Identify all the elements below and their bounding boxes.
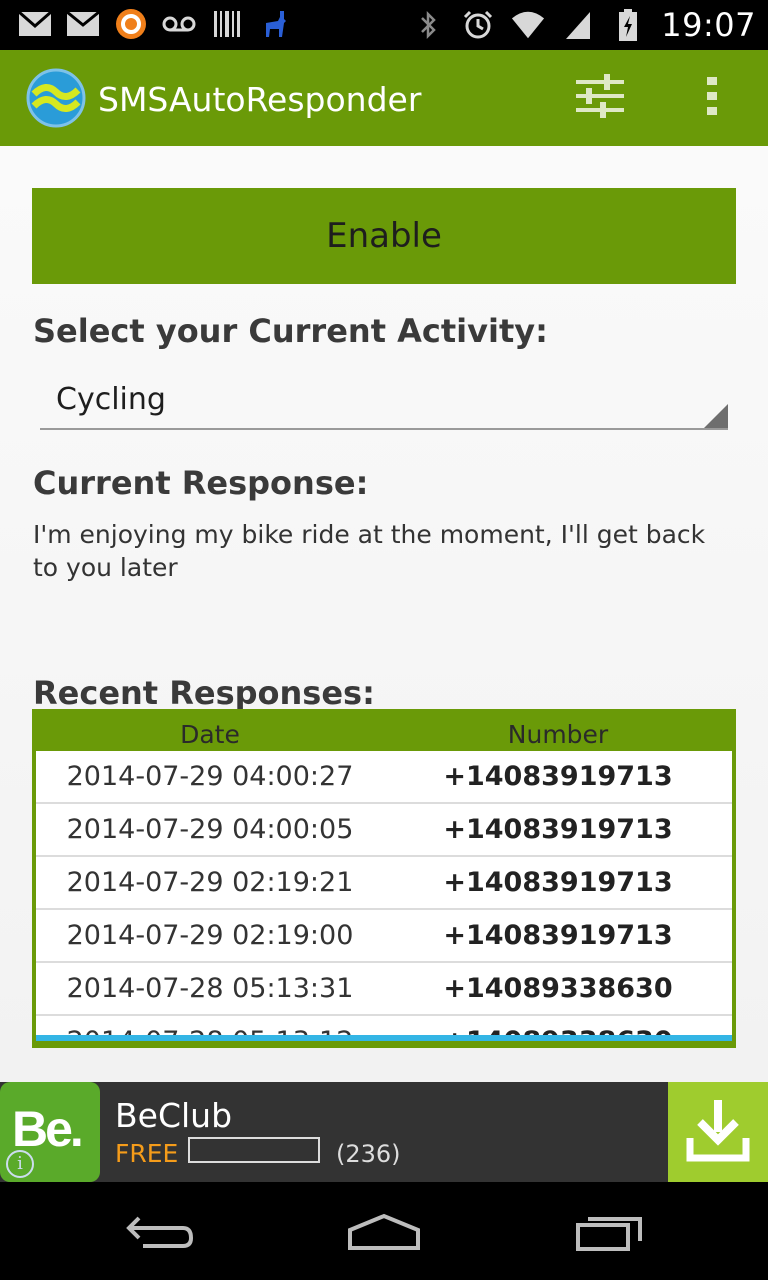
- home-icon: [346, 1212, 422, 1257]
- recent-responses-table[interactable]: Date Number 2014-07-29 04:00:27 +1408391…: [32, 709, 736, 1048]
- ad-app-name: BeClub: [115, 1096, 233, 1135]
- table-row[interactable]: 2014-07-28 05:13:31 +14089338630: [36, 963, 732, 1016]
- mail-icon: [66, 8, 100, 40]
- table-header: Date Number: [36, 713, 732, 751]
- battery-charging-icon: [611, 9, 645, 41]
- table-row[interactable]: 2014-07-29 02:19:21 +14083919713: [36, 857, 732, 910]
- row-date: 2014-07-29 04:00:27: [66, 761, 354, 792]
- system-icons: 19:07: [411, 6, 756, 44]
- gmail-icon: [18, 8, 52, 40]
- table-body[interactable]: 2014-07-29 04:00:27 +14083919713 2014-07…: [36, 751, 732, 1041]
- row-date: 2014-07-29 04:00:05: [66, 814, 354, 845]
- alarm-icon: [461, 9, 495, 41]
- row-number: +14083919713: [443, 814, 673, 845]
- row-date: 2014-07-29 02:19:21: [66, 867, 354, 898]
- notification-icons: [18, 8, 292, 40]
- action-bar: SMSAutoResponder: [0, 50, 768, 146]
- bluetooth-icon: [411, 9, 445, 41]
- table-row[interactable]: 2014-07-29 02:19:00 +14083919713: [36, 910, 732, 963]
- table-row[interactable]: 2014-07-29 04:00:05 +14083919713: [36, 804, 732, 857]
- voicemail-icon: [162, 8, 196, 40]
- ad-app-logo[interactable]: Be. i: [0, 1082, 100, 1182]
- back-icon: [125, 1214, 195, 1255]
- recent-apps-button[interactable]: [560, 1206, 660, 1262]
- ad-download-button[interactable]: [668, 1082, 768, 1182]
- navigation-bar: [0, 1182, 768, 1280]
- table-row[interactable]: 2014-07-29 04:00:27 +14083919713: [36, 751, 732, 804]
- home-button[interactable]: [334, 1206, 434, 1262]
- info-icon[interactable]: i: [6, 1150, 34, 1178]
- row-date: 2014-07-28 05:13:31: [66, 973, 354, 1004]
- activity-spinner[interactable]: Cycling: [40, 368, 728, 430]
- llama-icon: [258, 8, 292, 40]
- ad-price: FREE: [115, 1139, 179, 1168]
- row-number: +14089338630: [443, 973, 673, 1004]
- download-icon: [684, 1096, 752, 1169]
- row-number: +14083919713: [443, 761, 673, 792]
- activity-spinner-value: Cycling: [56, 382, 166, 417]
- recent-responses-heading: Recent Responses:: [33, 674, 375, 712]
- ad-banner[interactable]: Be. i BeClub FREE (236): [0, 1082, 768, 1182]
- column-header-date: Date: [180, 720, 240, 749]
- settings-sliders-icon: [574, 72, 626, 125]
- back-button[interactable]: [110, 1206, 210, 1262]
- overscroll-edge-glow: [36, 1035, 732, 1041]
- enable-button[interactable]: Enable: [32, 188, 736, 284]
- main-content: Enable Select your Current Activity: Cyc…: [0, 146, 768, 1082]
- status-bar: 19:07: [0, 0, 768, 50]
- current-response-text: I'm enjoying my bike ride at the moment,…: [33, 520, 706, 582]
- row-number: +14083919713: [443, 867, 673, 898]
- activity-heading: Select your Current Activity:: [33, 312, 548, 350]
- row-number: +14083919713: [443, 920, 673, 951]
- app-logo-icon: [26, 68, 86, 128]
- signal-icon: [561, 9, 595, 41]
- overflow-menu-icon: [706, 76, 718, 121]
- ad-rating-bar: [188, 1137, 320, 1163]
- app-title: SMSAutoResponder: [98, 80, 422, 119]
- status-time: 19:07: [661, 6, 756, 44]
- avast-icon: [114, 8, 148, 40]
- settings-button[interactable]: [566, 70, 634, 126]
- barcode-icon: [210, 8, 244, 40]
- ad-rating-count: (236): [336, 1140, 401, 1168]
- response-heading: Current Response:: [33, 464, 369, 502]
- recent-apps-icon: [574, 1211, 646, 1258]
- column-header-number: Number: [507, 720, 609, 749]
- row-date: 2014-07-29 02:19:00: [66, 920, 354, 951]
- overflow-menu-button[interactable]: [690, 70, 734, 126]
- dropdown-triangle-icon: [704, 404, 728, 428]
- wifi-icon: [511, 9, 545, 41]
